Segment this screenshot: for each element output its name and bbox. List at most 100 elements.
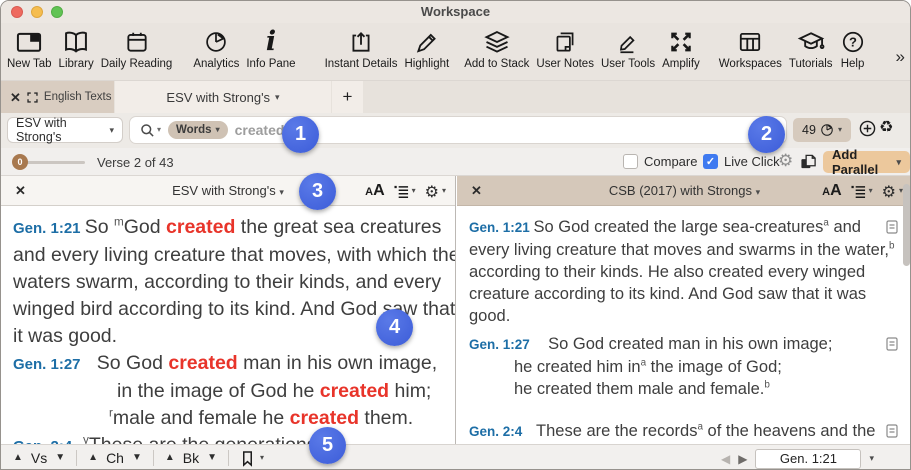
amplify-arrows-icon xyxy=(668,26,694,58)
toolbar-item-tutorials[interactable]: Tutorials xyxy=(789,26,833,70)
pane-esv-header: ✕ ESV with Strong's ▾ AA ▾ ⚙ ▾ xyxy=(1,176,455,206)
pane-settings-button[interactable]: ⚙ ▾ xyxy=(425,182,446,201)
active-tab[interactable]: ESV with Strong's ▾ xyxy=(115,81,331,113)
add-search-tab-icon[interactable] xyxy=(859,120,876,137)
go-to-reference-box[interactable]: Gen. 1:21 xyxy=(755,449,861,469)
verse-line: Gen. 1:21 So God created the large sea-c… xyxy=(469,216,911,239)
gear-icon: ⚙ xyxy=(425,182,439,201)
search-scope-token[interactable]: Words ▾ xyxy=(168,121,228,139)
outline-icon xyxy=(394,184,409,199)
verse-reference[interactable]: Gen. 1:27 xyxy=(469,337,530,352)
verse-text: every living creature that moves and swa… xyxy=(469,241,889,259)
live-click-gear-icon[interactable]: ⚙ xyxy=(778,151,793,171)
book-down-icon[interactable]: ▼ xyxy=(207,453,217,463)
translator-note-icon[interactable] xyxy=(886,424,898,438)
search-history-recycle-icon[interactable]: ♻ xyxy=(879,117,893,136)
verse-line: according to their kinds. He also create… xyxy=(469,261,911,283)
verse-up-icon[interactable]: ▲ xyxy=(13,453,23,463)
add-parallel-button[interactable]: Add Parallel ▾ xyxy=(823,151,910,173)
translator-note-icon[interactable] xyxy=(886,337,898,351)
toolbar-item-new-tab[interactable]: New Tab xyxy=(7,26,52,70)
bookmark-button[interactable]: ▾ xyxy=(240,450,264,467)
reference-caret-icon[interactable]: ▾ xyxy=(869,454,874,463)
verse-line: in the image of God he created him; xyxy=(13,378,455,405)
text-size-button[interactable]: AA xyxy=(822,182,842,200)
verse-line: he created them male and female.b xyxy=(469,378,911,400)
verse-text: and xyxy=(829,218,861,236)
workspace-zone-tab[interactable]: ✕ English Texts xyxy=(1,81,114,113)
pane-settings-button[interactable]: ⚙ ▾ xyxy=(882,182,903,201)
toolbar-item-instant-details[interactable]: Instant Details xyxy=(325,26,398,70)
book-stepper: ▲ Bk ▼ xyxy=(165,450,217,466)
toolbar-item-user-notes[interactable]: User Notes xyxy=(536,26,594,70)
verse-reference[interactable]: Gen. 2:4 xyxy=(469,424,522,439)
toolbar-item-add-to-stack[interactable]: Add to Stack xyxy=(464,26,529,70)
history-forward-icon[interactable]: ▶ xyxy=(738,452,747,466)
new-tab-button[interactable]: + xyxy=(332,81,363,113)
outline-menu-button[interactable]: ▾ xyxy=(851,184,873,199)
help-icon: ? xyxy=(840,26,866,58)
verse-reference[interactable]: Gen. 1:21 xyxy=(13,220,85,237)
verse-text: and every living creature that moves, wi… xyxy=(13,244,455,266)
bottom-bar: ▲ Vs ▼ ▲ Ch ▼ ▲ Bk ▼ ▾ ◀ ▶ Gen. 1:21 ▾ xyxy=(1,444,910,470)
toolbar-item-info-pane[interactable]: i Info Pane xyxy=(246,26,295,70)
verse-reference[interactable]: Gen. 1:21 xyxy=(469,220,534,235)
context-slider-track[interactable] xyxy=(25,161,85,164)
book-up-icon[interactable]: ▲ xyxy=(165,453,175,463)
text-size-button[interactable]: AA xyxy=(365,182,385,200)
verse-text: b xyxy=(889,241,895,252)
hit-count-pill[interactable]: 49 ▾ xyxy=(793,118,851,142)
zone-expand-icon[interactable] xyxy=(27,92,38,103)
scrollbar-thumb[interactable] xyxy=(903,184,910,266)
toolbar-item-workspaces[interactable]: Workspaces xyxy=(719,26,782,70)
compare-checkbox[interactable] xyxy=(623,154,638,169)
verse-text: So God created the large sea-creatures xyxy=(534,218,824,236)
search-icon[interactable]: ▾ xyxy=(140,123,161,138)
history-back-icon[interactable]: ◀ xyxy=(721,452,730,466)
live-click-checkbox[interactable]: ✓ xyxy=(703,154,718,169)
verse-text: of the heavens and the xyxy=(703,422,875,440)
compare-label: Compare xyxy=(644,154,697,169)
new-tab-icon xyxy=(15,26,43,58)
context-slider-handle[interactable]: 0 xyxy=(12,154,28,170)
toolbar-item-help[interactable]: ? Help xyxy=(840,26,866,70)
toolbar-item-daily-reading[interactable]: Daily Reading xyxy=(101,26,173,70)
tab-dropdown-caret-icon[interactable]: ▾ xyxy=(275,93,280,102)
toolbar-item-amplify[interactable]: Amplify xyxy=(662,26,700,70)
translator-note-icon[interactable] xyxy=(886,220,898,234)
chapter-up-icon[interactable]: ▲ xyxy=(88,453,98,463)
verse-line: Gen. 1:27 So God created man in his own … xyxy=(13,350,455,378)
compare-control[interactable]: Compare xyxy=(623,154,697,169)
active-tab-label: ESV with Strong's xyxy=(166,90,270,105)
verse-down-icon[interactable]: ▼ xyxy=(55,453,65,463)
toolbar-overflow-chevrons-icon[interactable]: » xyxy=(896,47,905,67)
gear-icon: ⚙ xyxy=(882,182,896,201)
text-selector-button[interactable]: ESV with Strong's ▾ xyxy=(7,117,123,143)
hits-caret-icon: ▾ xyxy=(838,126,842,134)
verse-text: So God xyxy=(81,352,169,374)
toolbar-item-highlight[interactable]: Highlight xyxy=(404,26,449,70)
verse-context-row: 0 Verse 2 of 43 Compare ✓ Live Click ⚙ A… xyxy=(1,148,910,176)
info-icon: i xyxy=(266,26,276,58)
toolbar-item-library[interactable]: Library xyxy=(59,26,94,70)
verse-line: and every living creature that moves, wi… xyxy=(13,242,455,269)
search-input[interactable]: ▾ Words ▾ created xyxy=(129,116,787,144)
verse-text: the great sea creatures xyxy=(235,216,441,238)
pencil-icon xyxy=(414,26,440,58)
notes-pages-icon xyxy=(552,26,578,58)
chapter-down-icon[interactable]: ▼ xyxy=(132,453,142,463)
graduation-cap-icon xyxy=(797,26,825,58)
toolbar-item-analytics[interactable]: Analytics xyxy=(193,26,239,70)
duplicate-pane-icon[interactable] xyxy=(800,153,817,170)
toolbar-item-user-tools[interactable]: User Tools xyxy=(601,26,655,70)
verse-reference[interactable]: Gen. 1:27 xyxy=(13,356,81,373)
zone-close-icon[interactable]: ✕ xyxy=(10,91,21,104)
verse-stepper-label: Vs xyxy=(31,450,47,466)
outline-menu-button[interactable]: ▾ xyxy=(394,184,416,199)
verse-line: he created him ina the image of God; xyxy=(469,356,911,378)
add-parallel-caret-icon: ▾ xyxy=(896,158,901,167)
chapter-stepper: ▲ Ch ▼ xyxy=(88,450,142,466)
verse-line: waters swarm, according to their kinds, … xyxy=(13,269,455,296)
live-click-control[interactable]: ✓ Live Click xyxy=(703,154,780,169)
pane-csb-content: Gen. 1:21 So God created the large sea-c… xyxy=(457,206,911,444)
